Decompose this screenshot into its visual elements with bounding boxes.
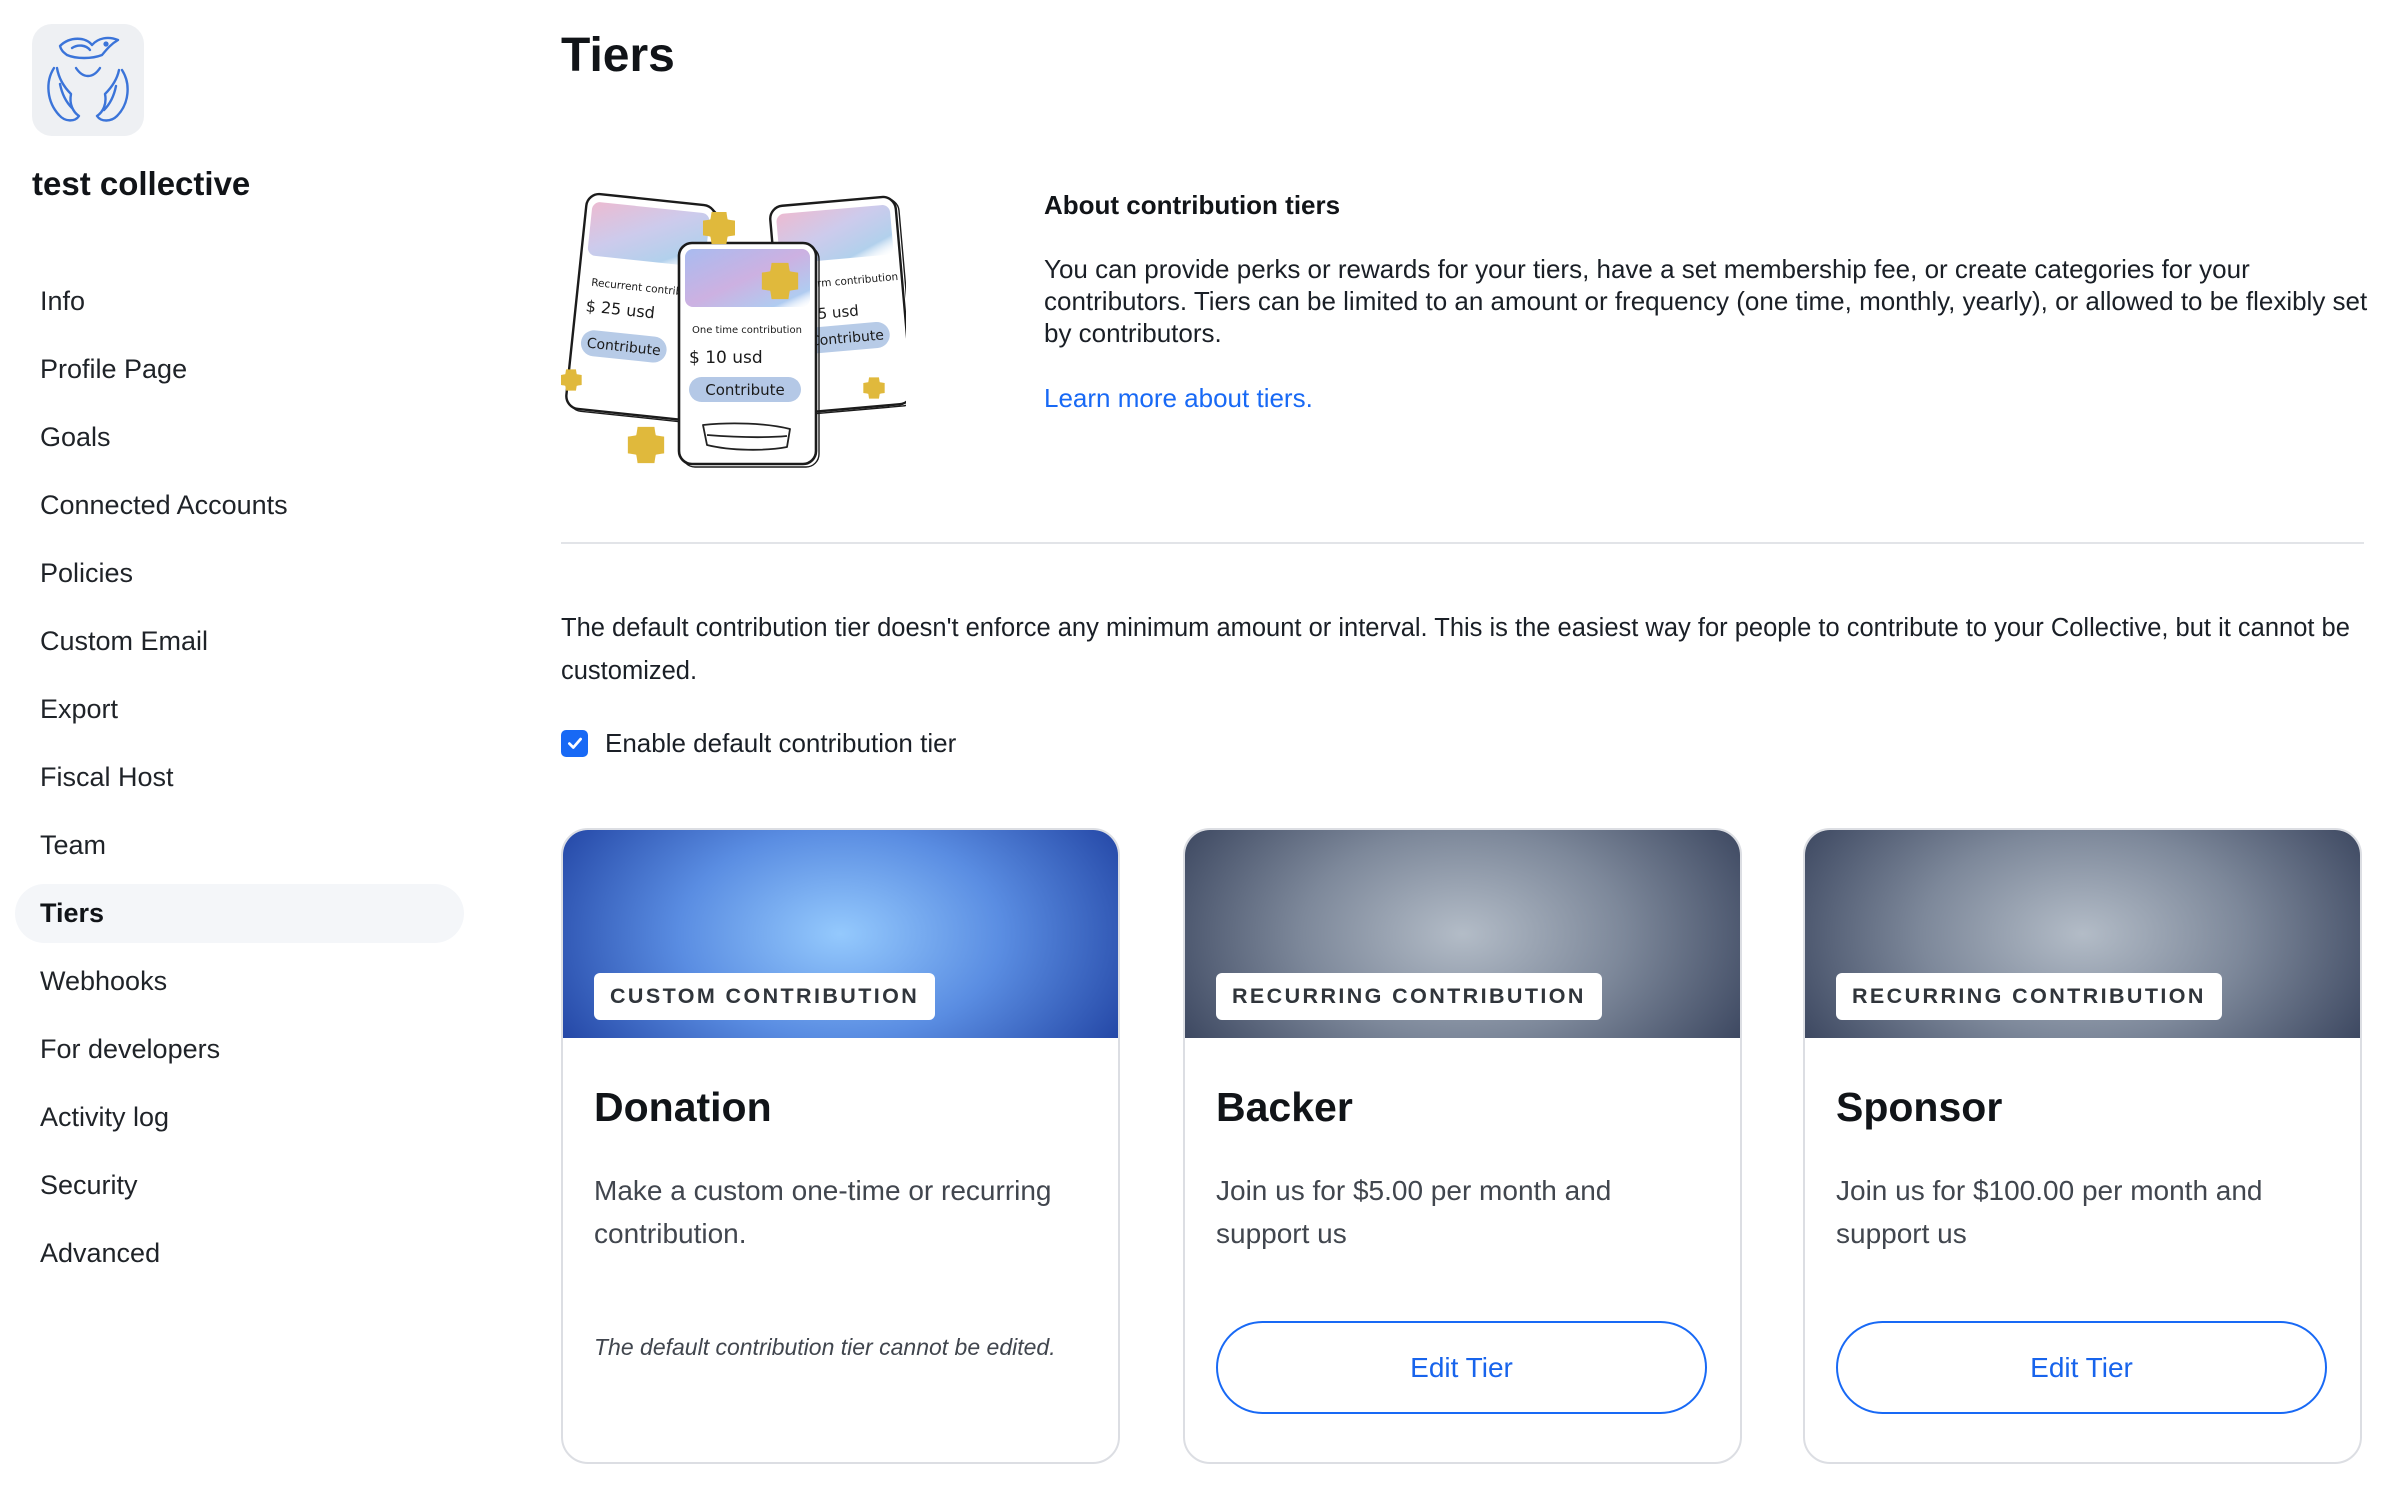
about-heading: About contribution tiers (1044, 190, 1341, 220)
sidebar-item-activity-log[interactable]: Activity log (15, 1088, 464, 1147)
tier-card-donation: CUSTOM CONTRIBUTION Donation Make a cust… (561, 828, 1120, 1464)
sidebar-item-fiscal-host[interactable]: Fiscal Host (15, 748, 464, 807)
section-divider (561, 542, 2364, 544)
contribution-tiers-illustration: Recurrent contributi $ 25 usd Contribute… (561, 185, 916, 471)
sidebar-item-connected-accounts[interactable]: Connected Accounts (15, 476, 464, 535)
tier-name: Donation (594, 1084, 772, 1130)
tier-card-header: CUSTOM CONTRIBUTION (563, 830, 1118, 1038)
tier-type-badge: RECURRING CONTRIBUTION (1836, 973, 2222, 1020)
default-tier-checkbox[interactable] (561, 729, 588, 757)
tier-card-header: RECURRING CONTRIBUTION (1805, 830, 2360, 1038)
tier-description: Join us for $100.00 per month and suppor… (1836, 1175, 2263, 1249)
tier-card-backer: RECURRING CONTRIBUTION Backer Join us fo… (1183, 828, 1742, 1464)
sidebar-item-security[interactable]: Security (15, 1156, 464, 1215)
sidebar-item-goals[interactable]: Goals (15, 408, 464, 467)
tier-card-header: RECURRING CONTRIBUTION (1185, 830, 1740, 1038)
sidebar-item-export[interactable]: Export (15, 680, 464, 739)
tier-card-sponsor: RECURRING CONTRIBUTION Sponsor Join us f… (1803, 828, 2362, 1464)
checkmark-icon (566, 734, 584, 752)
illustration-caption: One time contribution (692, 325, 802, 336)
sidebar-item-tiers[interactable]: Tiers (15, 884, 464, 943)
sparkle-icon (629, 428, 663, 462)
page-title: Tiers (561, 29, 675, 82)
sidebar-item-team[interactable]: Team (15, 816, 464, 875)
tier-note: The default contribution tier cannot be … (594, 1334, 1056, 1360)
sidebar-item-webhooks[interactable]: Webhooks (15, 952, 464, 1011)
tier-description: Make a custom one-time or recurring cont… (594, 1175, 1052, 1249)
collective-logo-icon (32, 24, 144, 136)
about-body: You can provide perks or rewards for you… (1044, 254, 2368, 348)
default-tier-description: The default contribution tier doesn't en… (561, 614, 2350, 685)
sidebar-item-custom-email[interactable]: Custom Email (15, 612, 464, 671)
tier-description: Join us for $5.00 per month and support … (1216, 1175, 1612, 1249)
illustration-amount: 5 usd (817, 302, 860, 324)
edit-tier-button[interactable]: Edit Tier (1836, 1321, 2327, 1414)
sidebar-item-policies[interactable]: Policies (15, 544, 464, 603)
tier-name: Backer (1216, 1084, 1353, 1130)
illustration-drawing: Recurrent contributi $ 25 usd Contribute… (561, 192, 916, 471)
about-contribution-tiers: About contribution tiers You can provide… (1044, 186, 2374, 414)
settings-sidebar-nav: Info Profile Page Goals Connected Accoun… (15, 272, 464, 1292)
sidebar-item-for-developers[interactable]: For developers (15, 1020, 464, 1079)
sidebar-item-profile-page[interactable]: Profile Page (15, 340, 464, 399)
tier-type-badge: CUSTOM CONTRIBUTION (594, 973, 936, 1020)
sidebar-item-advanced[interactable]: Advanced (15, 1224, 464, 1283)
learn-more-link[interactable]: Learn more about tiers. (1044, 382, 1313, 414)
illustration-button-text: Contribute (705, 381, 785, 399)
edit-tier-button[interactable]: Edit Tier (1216, 1321, 1707, 1414)
default-tier-toggle[interactable]: Enable default contribution tier (561, 725, 956, 761)
illustration-amount: $ 10 usd (689, 348, 763, 368)
sidebar-item-info[interactable]: Info (15, 272, 464, 331)
tier-name: Sponsor (1836, 1084, 2003, 1130)
default-tier-checkbox-label[interactable]: Enable default contribution tier (605, 725, 956, 761)
tier-type-badge: RECURRING CONTRIBUTION (1216, 973, 1602, 1020)
collective-logo-drawing (47, 36, 129, 122)
collective-name: test collective (32, 165, 251, 202)
